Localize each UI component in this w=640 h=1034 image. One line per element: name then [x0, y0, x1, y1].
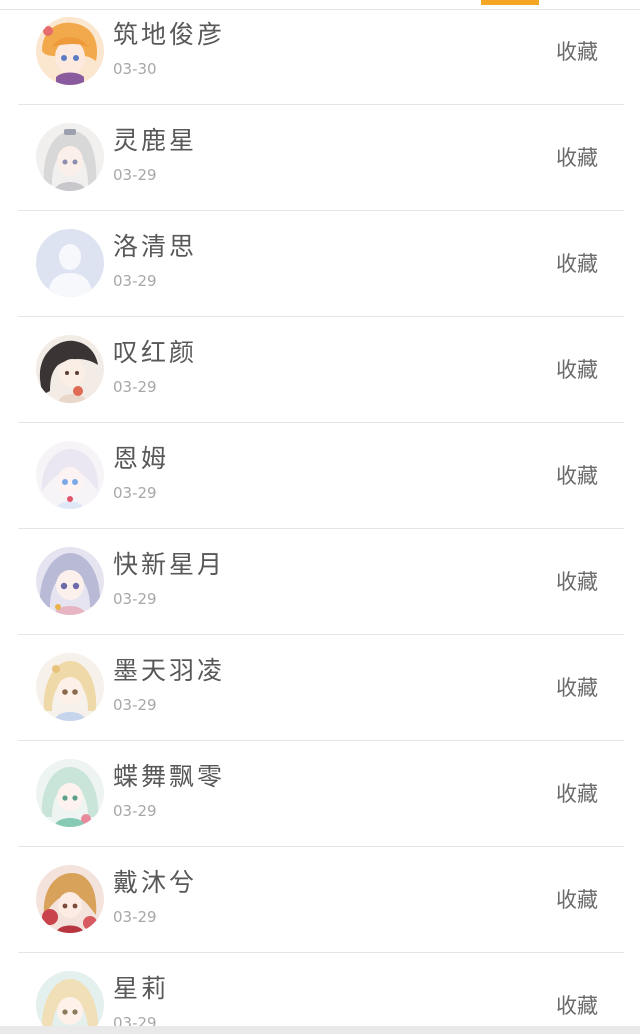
- user-name: 筑地俊彦: [113, 20, 226, 49]
- avatar[interactable]: [36, 17, 104, 85]
- user-name: 恩姆: [113, 444, 170, 473]
- list-item[interactable]: 恩姆 03-29 收藏: [0, 423, 640, 529]
- favorite-button[interactable]: 收藏: [556, 36, 598, 66]
- anime-avatar-red-floral-icon: [36, 865, 104, 933]
- favorite-button[interactable]: 收藏: [556, 354, 598, 384]
- post-date: 03-29: [113, 802, 157, 820]
- anime-avatar-white-hair-icon: [36, 123, 104, 191]
- post-date: 03-29: [113, 272, 157, 290]
- avatar[interactable]: [36, 865, 104, 933]
- user-name: 星莉: [113, 974, 170, 1003]
- favorite-button[interactable]: 收藏: [556, 990, 598, 1020]
- avatar[interactable]: [36, 335, 104, 403]
- list-item[interactable]: 墨天羽凌 03-29 收藏: [0, 635, 640, 741]
- post-date: 03-29: [113, 908, 157, 926]
- user-name: 洛清思: [113, 232, 198, 261]
- avatar[interactable]: [36, 653, 104, 721]
- anime-avatar-orange-hair-icon: [36, 17, 104, 85]
- favorite-button[interactable]: 收藏: [556, 778, 598, 808]
- bottom-edge: [0, 1026, 640, 1034]
- avatar[interactable]: [36, 971, 104, 1034]
- post-date: 03-29: [113, 378, 157, 396]
- user-name: 灵鹿星: [113, 126, 198, 155]
- user-name: 快新星月: [113, 550, 226, 579]
- favorite-button[interactable]: 收藏: [556, 566, 598, 596]
- list-item[interactable]: 筑地俊彦 03-30 收藏: [0, 0, 640, 105]
- post-date: 03-29: [113, 696, 157, 714]
- list-item[interactable]: 快新星月 03-29 收藏: [0, 529, 640, 635]
- favorite-button[interactable]: 收藏: [556, 460, 598, 490]
- favorite-button[interactable]: 收藏: [556, 672, 598, 702]
- anime-avatar-mint-hair-icon: [36, 759, 104, 827]
- post-date: 03-29: [113, 590, 157, 608]
- user-name: 戴沐兮: [113, 868, 198, 897]
- post-date: 03-29: [113, 166, 157, 184]
- user-name: 叹红颜: [113, 338, 198, 367]
- post-date: 03-30: [113, 60, 157, 78]
- post-date: 03-29: [113, 484, 157, 502]
- avatar[interactable]: [36, 229, 104, 297]
- anime-avatar-dark-hair-icon: [36, 335, 104, 403]
- user-name: 蝶舞飘零: [113, 762, 226, 791]
- avatar[interactable]: [36, 441, 104, 509]
- favorite-button[interactable]: 收藏: [556, 884, 598, 914]
- anime-avatar-blonde-icon: [36, 653, 104, 721]
- user-name: 墨天羽凌: [113, 656, 226, 685]
- list-item[interactable]: 蝶舞飘零 03-29 收藏: [0, 741, 640, 847]
- user-list: 筑地俊彦 03-30 收藏 灵鹿星 03-29 收藏 洛清思 03-29 收藏 …: [0, 0, 640, 1034]
- list-item[interactable]: 洛清思 03-29 收藏: [0, 211, 640, 317]
- list-item[interactable]: 戴沐兮 03-29 收藏: [0, 847, 640, 953]
- list-item[interactable]: 叹红颜 03-29 收藏: [0, 317, 640, 423]
- avatar[interactable]: [36, 759, 104, 827]
- avatar[interactable]: [36, 547, 104, 615]
- list-item[interactable]: 星莉 03-29 收藏: [0, 953, 640, 1034]
- favorite-button[interactable]: 收藏: [556, 142, 598, 172]
- anime-avatar-white-blue-icon: [36, 441, 104, 509]
- anime-avatar-lilac-hair-icon: [36, 547, 104, 615]
- avatar[interactable]: [36, 123, 104, 191]
- list-item[interactable]: 灵鹿星 03-29 收藏: [0, 105, 640, 211]
- default-person-avatar-icon: [36, 229, 104, 297]
- anime-avatar-cream-hair-icon: [36, 971, 104, 1034]
- favorite-button[interactable]: 收藏: [556, 248, 598, 278]
